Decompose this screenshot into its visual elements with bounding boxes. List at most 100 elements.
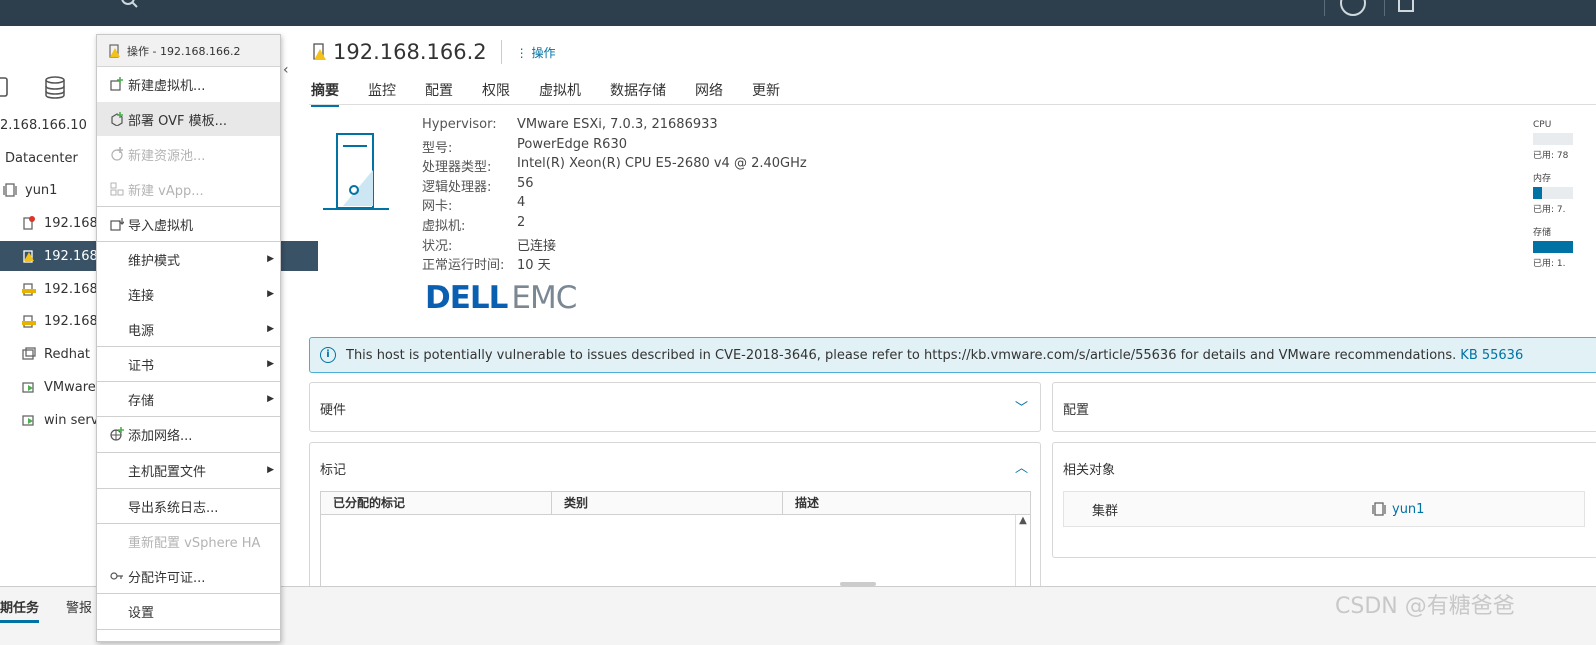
- detail-key: 正常运行时间:: [422, 258, 505, 274]
- menu-item-label: 设置: [128, 605, 155, 621]
- chevron-up-icon[interactable]: ︿: [1015, 457, 1028, 476]
- menu-item-label: 证书: [128, 358, 155, 374]
- detail-row: 处理器类型: Intel(R) Xeon(R) CPU E5-2680 v4 @ …: [422, 156, 807, 176]
- menu-item-label: 新建虚拟机...: [128, 78, 206, 94]
- tab-configure[interactable]: 配置: [425, 80, 453, 107]
- import-vm-icon: [110, 218, 124, 231]
- menu-item-label: 连接: [128, 288, 155, 304]
- menu-new-vapp[interactable]: 新建 vApp...: [97, 172, 280, 206]
- add-network-icon: [110, 427, 124, 441]
- detail-value: Intel(R) Xeon(R) CPU E5-2680 v4 @ 2.40GH…: [517, 156, 807, 172]
- detail-value: 4: [517, 195, 526, 211]
- dell-emc-logo: DELL EMC: [425, 280, 577, 316]
- detail-row: Hypervisor: VMware ESXi, 7.0.3, 21686933: [422, 117, 807, 137]
- menu-host-profiles[interactable]: 主机配置文件 ▶: [97, 453, 280, 487]
- info-icon: i: [320, 347, 336, 363]
- tab-alarms[interactable]: 警报: [66, 597, 92, 616]
- menu-settings[interactable]: 设置: [97, 594, 280, 628]
- menu-power[interactable]: 电源 ▶: [97, 312, 280, 346]
- tree-item-label: yun1: [25, 182, 58, 198]
- menu-divider: [97, 629, 280, 630]
- menu-item-label: 部署 OVF 模板...: [128, 113, 228, 129]
- storage-used: 已用: 1.: [1533, 259, 1566, 269]
- detail-key: 处理器类型:: [422, 160, 492, 176]
- search-icon[interactable]: [120, 0, 140, 12]
- menu-item-label: 维护模式: [128, 253, 181, 269]
- menu-item-label: 分配许可证...: [128, 570, 206, 586]
- memory-label: 内存: [1533, 174, 1552, 184]
- tab-summary[interactable]: 摘要: [311, 80, 339, 107]
- menu-reconfigure-ha[interactable]: 重新配置 vSphere HA: [97, 524, 280, 558]
- storage-usage-bar: [1533, 241, 1573, 253]
- storage-view-icon[interactable]: [44, 76, 66, 100]
- column-assigned-tag[interactable]: 已分配的标记: [321, 492, 552, 514]
- card-title: 相关对象: [1063, 463, 1116, 478]
- host-error-icon: [23, 216, 35, 230]
- menu-storage[interactable]: 存储 ▶: [97, 382, 280, 416]
- menu-new-vm[interactable]: 新建虚拟机...: [97, 67, 280, 101]
- detail-key: 状况:: [422, 238, 453, 254]
- top-separator: [1324, 0, 1325, 16]
- menu-maintenance-mode[interactable]: 维护模式 ▶: [97, 242, 280, 276]
- cluster-link[interactable]: yun1: [1392, 502, 1424, 517]
- menu-export-logs[interactable]: 导出系统日志...: [97, 489, 280, 523]
- memory-used: 已用: 7.: [1533, 205, 1566, 215]
- tree-item-label: VMware: [44, 379, 96, 395]
- menu-assign-license[interactable]: 分配许可证...: [97, 559, 280, 593]
- host-tabs: 摘要 监控 配置 权限 虚拟机 数据存储 网络 更新: [311, 80, 809, 107]
- cluster-icon: [3, 183, 17, 197]
- menu-certificates[interactable]: 证书 ▶: [97, 347, 280, 381]
- table-header: 已分配的标记 类别 描述: [321, 492, 1030, 515]
- collapse-panel-icon[interactable]: ‹: [283, 62, 289, 78]
- card-title: 配置: [1063, 403, 1090, 418]
- logo-emc: EMC: [511, 280, 577, 316]
- actions-label: 操作: [531, 45, 556, 60]
- detail-row: 逻辑处理器: 56: [422, 176, 807, 196]
- configuration-card[interactable]: 配置: [1052, 382, 1596, 432]
- tab-permissions[interactable]: 权限: [482, 80, 510, 107]
- menu-import-vm[interactable]: 导入虚拟机: [97, 207, 280, 241]
- host-summary-view: 192.168.166.2 ⋮ 操作 摘要 监控 配置 权限 虚拟机 数据存储 …: [297, 26, 1596, 614]
- related-objects-card: 相关对象 集群 yun1: [1052, 442, 1596, 558]
- submenu-arrow-icon: ▶: [267, 394, 274, 404]
- menu-item-label: 导出系统日志...: [128, 500, 219, 516]
- document-icon[interactable]: [1398, 0, 1414, 12]
- kb-link[interactable]: KB 55636: [1460, 348, 1523, 363]
- host-warning-icon: [23, 250, 34, 263]
- hardware-card[interactable]: 硬件 ﹀: [309, 382, 1041, 432]
- storage-label: 存储: [1533, 228, 1552, 238]
- column-category[interactable]: 类别: [552, 492, 783, 514]
- menu-new-resource-pool[interactable]: 新建资源池...: [97, 137, 280, 171]
- vm-icon: [22, 347, 36, 360]
- actions-menu-button[interactable]: ⋮ 操作: [516, 44, 556, 61]
- submenu-arrow-icon: ▶: [267, 465, 274, 475]
- tab-datastores[interactable]: 数据存储: [610, 80, 666, 107]
- detail-value: 10 天: [517, 258, 551, 274]
- menu-deploy-ovf[interactable]: 部署 OVF 模板...: [97, 102, 280, 136]
- logo-dell: DELL: [425, 280, 508, 316]
- tab-vms[interactable]: 虚拟机: [539, 80, 581, 107]
- hosts-view-icon[interactable]: [0, 76, 10, 98]
- detail-key: 虚拟机:: [422, 218, 466, 234]
- detail-value: PowerEdge R630: [517, 136, 627, 152]
- detail-key: 型号:: [422, 140, 453, 156]
- menu-item-label: 添加网络...: [128, 428, 193, 444]
- detail-key: Hypervisor:: [422, 117, 497, 132]
- help-icon[interactable]: [1340, 0, 1366, 16]
- tree-item-label: win serv: [44, 412, 99, 428]
- host-maintenance-icon: [22, 315, 36, 328]
- chevron-down-icon[interactable]: ﹀: [1015, 397, 1028, 416]
- tab-divider: [309, 104, 1596, 105]
- submenu-arrow-icon: ▶: [267, 359, 274, 369]
- tab-monitor[interactable]: 监控: [368, 80, 396, 107]
- menu-add-network[interactable]: 添加网络...: [97, 417, 280, 451]
- host-warning-icon: [313, 43, 326, 60]
- column-description[interactable]: 描述: [783, 492, 1030, 514]
- cpu-usage-bar: [1533, 133, 1573, 145]
- context-menu-header: 操作 - 192.168.166.2: [97, 35, 280, 67]
- tab-updates[interactable]: 更新: [752, 80, 780, 107]
- tab-recent-tasks[interactable]: 期任务: [0, 597, 40, 623]
- tab-networks[interactable]: 网络: [695, 80, 723, 107]
- menu-connection[interactable]: 连接 ▶: [97, 277, 280, 311]
- top-separator: [1384, 0, 1385, 16]
